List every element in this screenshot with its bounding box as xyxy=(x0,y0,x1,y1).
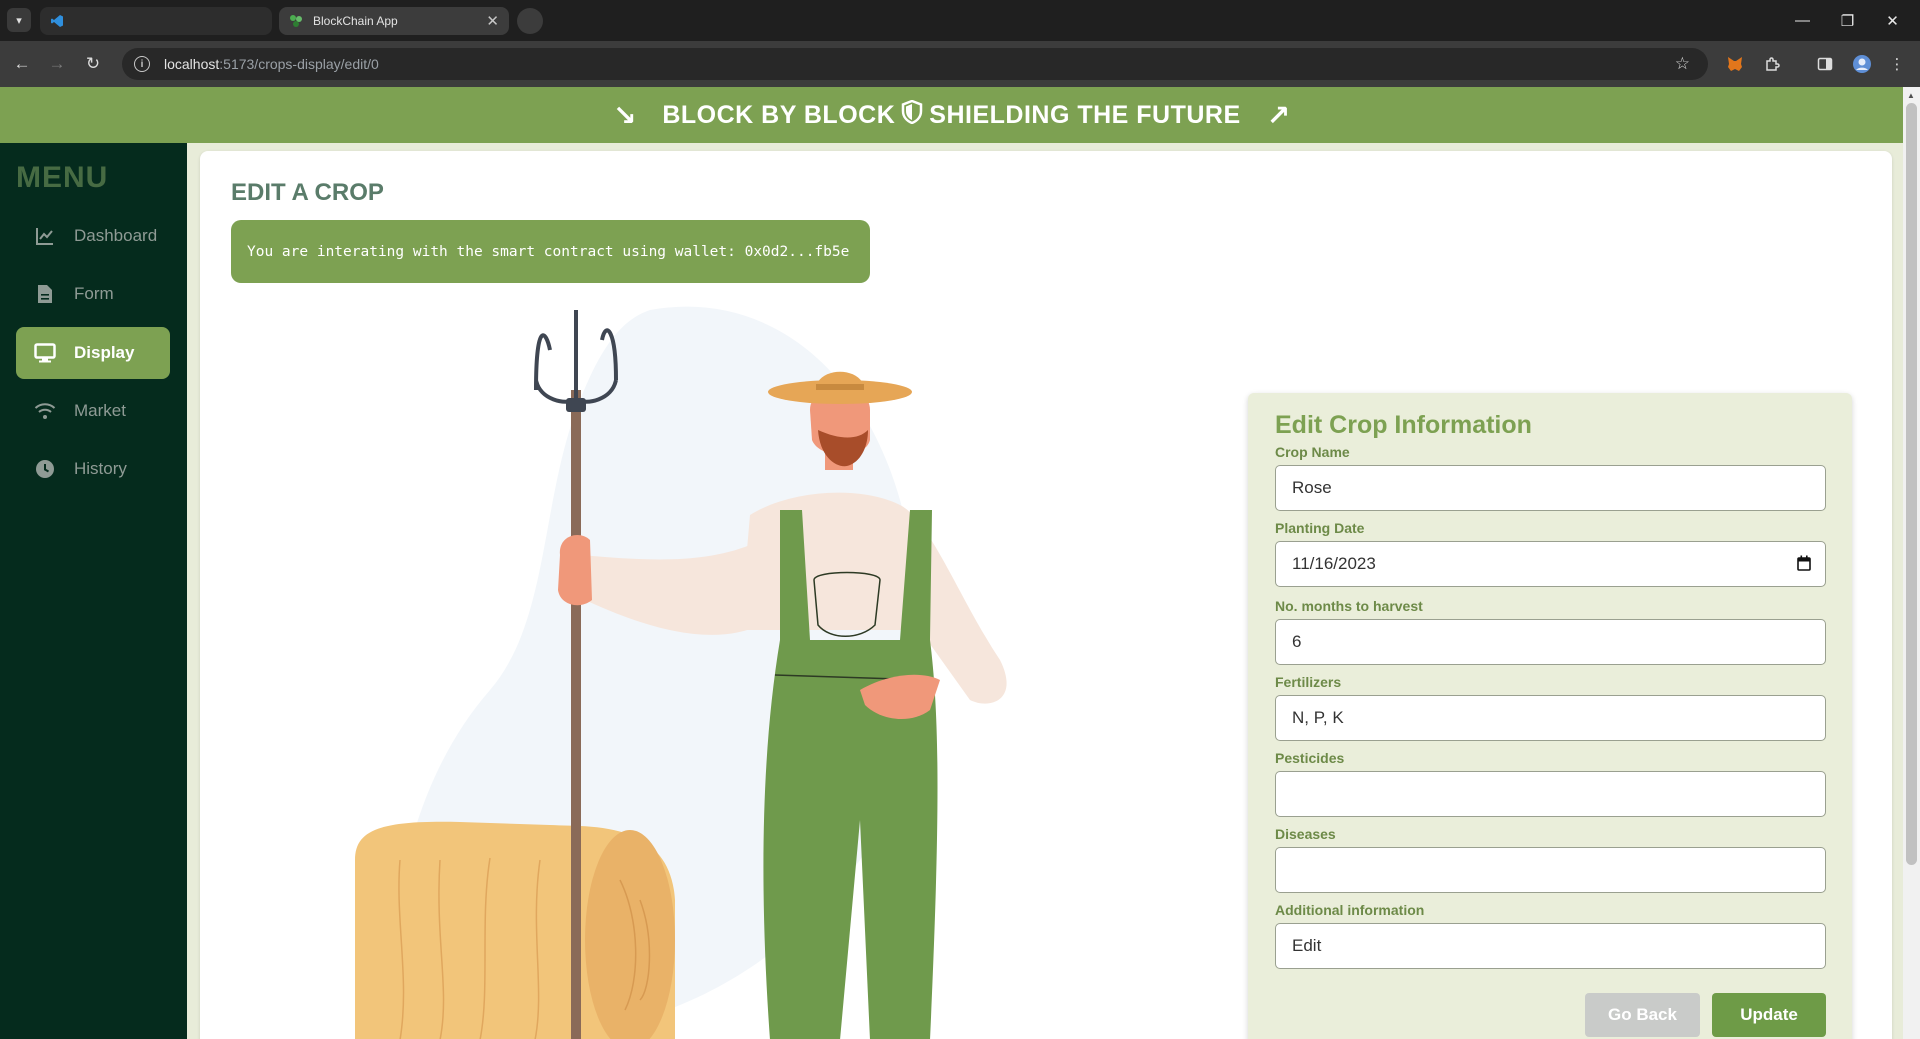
site-info-icon[interactable]: i xyxy=(134,56,150,72)
planting-date-label: Planting Date xyxy=(1275,520,1365,536)
browser-toolbar: ← → ↻ i localhost:5173/crops-display/edi… xyxy=(0,41,1920,87)
browser-menu-icon[interactable]: ⋮ xyxy=(1886,53,1908,75)
sidebar-item-history[interactable]: History xyxy=(16,443,170,495)
app-banner: ↘ BLOCK BY BLOCK SHIELDING THE FUTURE ↗ xyxy=(0,87,1903,143)
url-text: localhost:5173/crops-display/edit/0 xyxy=(164,56,379,72)
app-favicon-icon xyxy=(289,14,303,28)
minimize-icon[interactable]: — xyxy=(1780,0,1825,41)
new-tab-button[interactable] xyxy=(517,8,543,34)
sidebar-item-label: Form xyxy=(74,284,114,303)
pesticides-label: Pesticides xyxy=(1275,750,1345,766)
tab-close-icon[interactable]: ✕ xyxy=(486,14,499,29)
scroll-up-arrow-icon[interactable]: ▲ xyxy=(1907,91,1915,100)
trending-up-icon: ↗ xyxy=(1266,99,1291,131)
back-arrow-icon[interactable]: ← xyxy=(9,51,35,77)
banner-text-right: SHIELDING THE FUTURE xyxy=(929,100,1241,129)
banner-text-left: BLOCK BY BLOCK xyxy=(662,100,896,129)
forward-arrow-icon[interactable]: → xyxy=(44,51,70,77)
sidebar-item-market[interactable]: Market xyxy=(16,385,170,437)
wallet-info-banner: You are interating with the smart contra… xyxy=(231,220,870,283)
wifi-icon xyxy=(34,400,56,422)
clock-icon xyxy=(34,458,56,480)
document-icon xyxy=(34,283,56,305)
menu-title: MENU xyxy=(16,161,109,194)
trending-down-icon: ↘ xyxy=(612,99,637,131)
sidebar: MENU Dashboard Form Display Market Histo… xyxy=(0,143,187,1039)
metamask-fox-icon[interactable] xyxy=(1724,53,1746,75)
additional-info-label: Additional information xyxy=(1275,902,1425,918)
tab-title: BlockChain App xyxy=(313,14,398,28)
page-title: EDIT A CROP xyxy=(231,179,384,206)
additional-info-input[interactable]: Edit xyxy=(1275,923,1826,969)
shield-icon xyxy=(901,99,923,130)
update-button[interactable]: Update xyxy=(1712,993,1826,1037)
sidebar-item-dashboard[interactable]: Dashboard xyxy=(16,210,170,262)
sidebar-item-label: Display xyxy=(74,343,135,362)
diseases-input[interactable] xyxy=(1275,847,1826,893)
scrollbar-thumb[interactable] xyxy=(1906,103,1917,865)
browser-tab-strip: ▾ BlockChain App ✕ — ❐ ✕ xyxy=(0,0,1920,41)
pesticides-input[interactable] xyxy=(1275,771,1826,817)
sidebar-item-display[interactable]: Display xyxy=(16,327,170,379)
go-back-button[interactable]: Go Back xyxy=(1585,993,1700,1037)
calendar-icon[interactable] xyxy=(1797,555,1811,571)
crop-name-label: Crop Name xyxy=(1275,444,1350,460)
fertilizers-label: Fertilizers xyxy=(1275,674,1342,690)
sidebar-item-form[interactable]: Form xyxy=(16,268,170,320)
bookmark-star-icon[interactable]: ☆ xyxy=(1675,54,1690,74)
form-title: Edit Crop Information xyxy=(1275,411,1532,439)
farmer-illustration xyxy=(340,300,1060,1039)
sidebar-item-label: Dashboard xyxy=(74,226,158,245)
crop-name-input[interactable]: Rose xyxy=(1275,465,1826,511)
tab-search-dropdown-icon[interactable]: ▾ xyxy=(7,8,31,32)
planting-date-input[interactable]: 11/16/2023 xyxy=(1275,541,1826,587)
vscode-icon xyxy=(50,14,64,28)
address-bar[interactable]: i localhost:5173/crops-display/edit/0 ☆ xyxy=(122,48,1708,80)
close-window-icon[interactable]: ✕ xyxy=(1870,0,1915,41)
browser-tab-active[interactable]: BlockChain App ✕ xyxy=(279,7,509,35)
reload-icon[interactable]: ↻ xyxy=(80,51,106,77)
planting-date-value: 11/16/2023 xyxy=(1292,554,1376,573)
diseases-label: Diseases xyxy=(1275,826,1336,842)
side-panel-icon[interactable] xyxy=(1814,53,1836,75)
browser-tab-inactive[interactable] xyxy=(40,7,272,35)
sidebar-item-label: History xyxy=(74,459,127,478)
restore-icon[interactable]: ❐ xyxy=(1825,0,1870,41)
fertilizers-input[interactable]: N, P, K xyxy=(1275,695,1826,741)
monitor-icon xyxy=(34,342,56,364)
chart-line-icon xyxy=(34,225,56,247)
sidebar-item-label: Market xyxy=(74,401,126,420)
extensions-puzzle-icon[interactable] xyxy=(1761,53,1783,75)
profile-avatar-icon[interactable] xyxy=(1851,53,1873,75)
page-scrollbar[interactable]: ▲ xyxy=(1903,87,1920,1039)
months-to-harvest-label: No. months to harvest xyxy=(1275,598,1423,614)
months-to-harvest-input[interactable]: 6 xyxy=(1275,619,1826,665)
